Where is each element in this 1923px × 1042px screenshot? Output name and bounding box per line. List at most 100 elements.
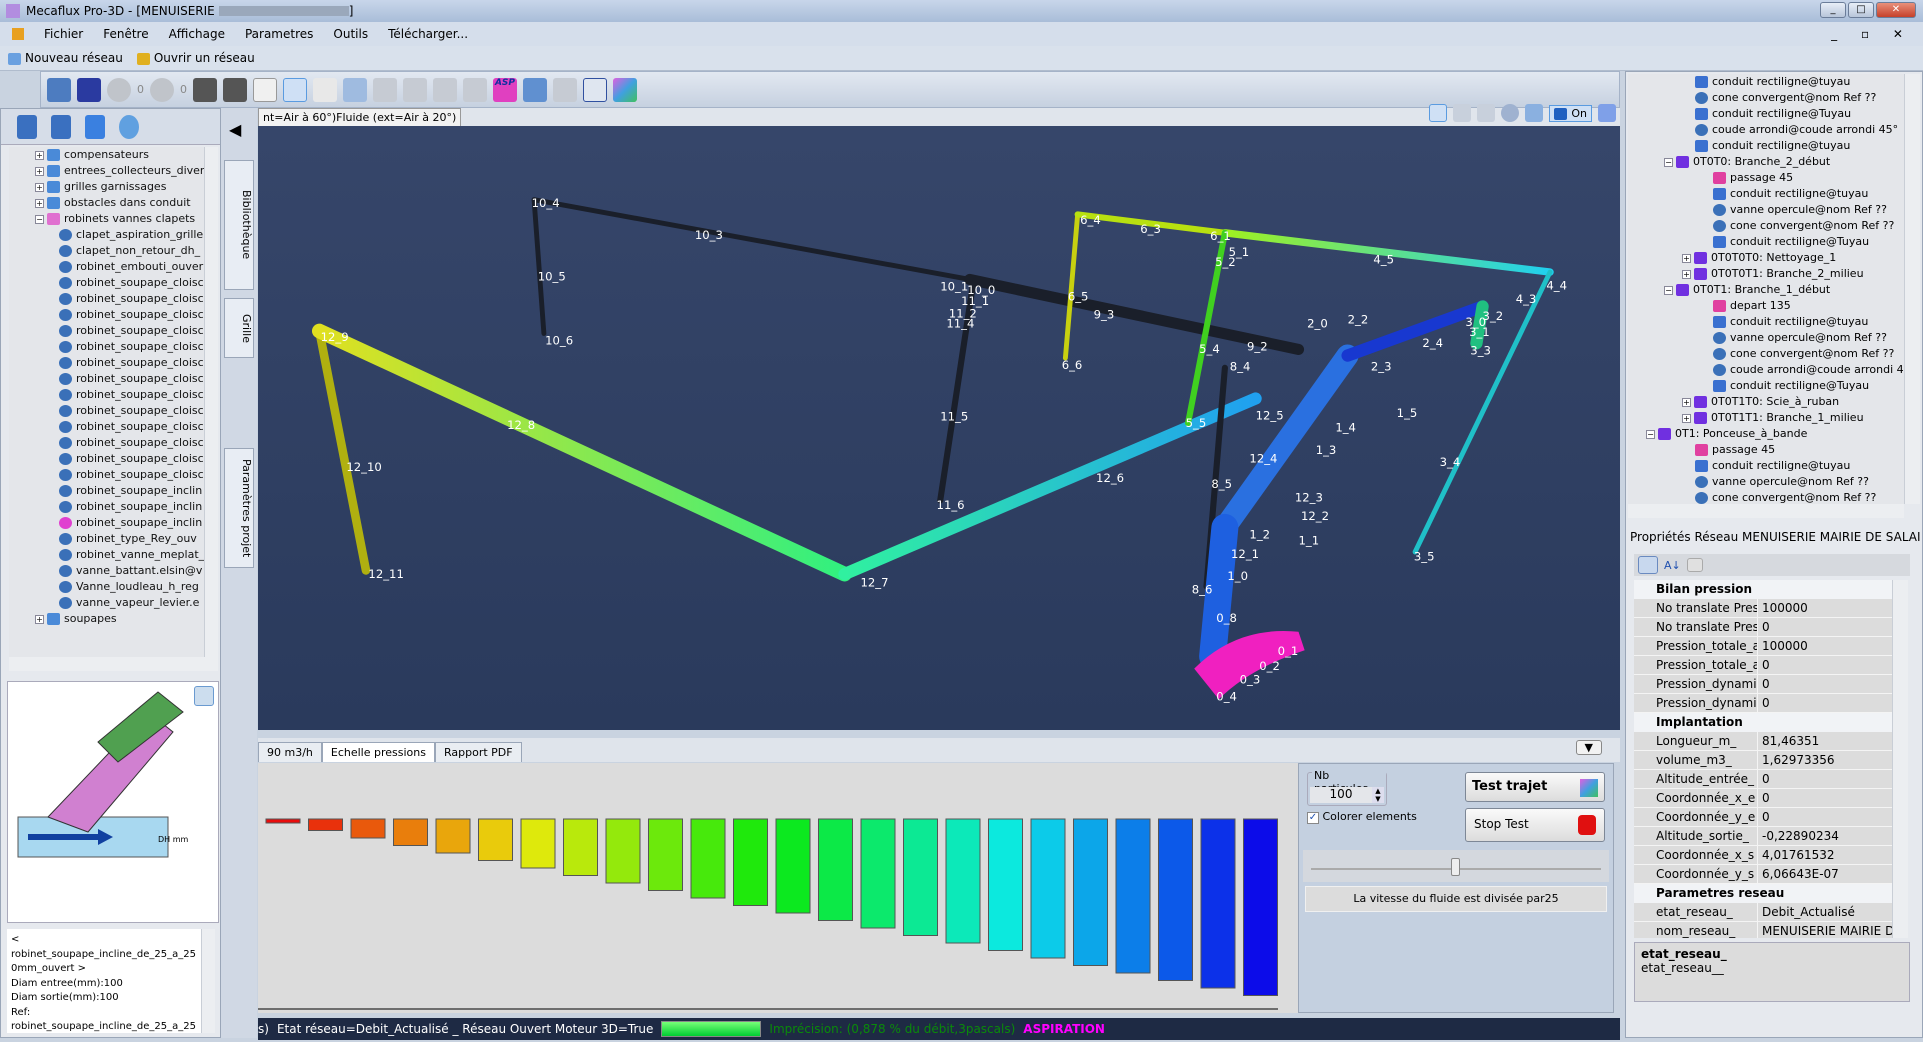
refresh-tool-icon[interactable] — [463, 77, 487, 102]
close-button[interactable]: ✕ — [1876, 2, 1916, 18]
property-row[interactable]: Pression_dynami 0 — [1634, 675, 1892, 694]
screenshot-full-icon[interactable] — [223, 77, 247, 102]
pipe-segment[interactable] — [531, 197, 973, 282]
colorer-checkbox[interactable]: ✓ Colorer elements — [1307, 810, 1417, 824]
library-tree-item[interactable]: robinet_soupape_cloisc — [9, 323, 204, 339]
property-row[interactable]: volume_m3_ 1,62973356 — [1634, 751, 1892, 770]
expand-icon[interactable]: + — [35, 199, 44, 208]
network-tree-item[interactable]: +0T0T0T0: Nettoyage_1 — [1628, 250, 1904, 266]
expand-icon[interactable]: + — [1682, 398, 1691, 407]
library-tree-item[interactable]: robinet_soupape_cloisc — [9, 371, 204, 387]
settings-tool-icon[interactable] — [85, 114, 105, 139]
text-label-icon[interactable] — [313, 77, 337, 102]
tab-flow[interactable]: 90 m3/h — [258, 742, 322, 762]
expand-icon[interactable]: + — [1682, 270, 1691, 279]
expand-icon[interactable]: + — [1682, 414, 1691, 423]
property-value[interactable]: 1,62973356 — [1758, 751, 1892, 769]
library-tree-item[interactable]: robinet_vanne_meplat_ — [9, 547, 204, 563]
refresh-library-icon[interactable] — [119, 114, 139, 139]
collapse-icon[interactable]: − — [35, 215, 44, 224]
library-tree-item[interactable]: + obstacles dans conduit — [9, 195, 204, 211]
globe-view-icon[interactable] — [1501, 104, 1520, 122]
property-value[interactable]: 0 — [1758, 675, 1892, 693]
collapse-icon[interactable]: − — [1646, 430, 1655, 439]
library-tree-item[interactable]: + grilles garnissages — [9, 179, 204, 195]
maximize-button[interactable]: □ — [1848, 2, 1874, 18]
property-value[interactable]: -0,22890234 — [1758, 827, 1892, 845]
dropdown-button[interactable]: ▼ — [1575, 740, 1602, 755]
network-tree-item[interactable]: depart 135 — [1628, 298, 1904, 314]
network-tree-item[interactable]: vanne opercule@nom Ref ?? — [1628, 474, 1904, 490]
collapse-icon[interactable]: − — [1664, 158, 1673, 167]
menu-item[interactable]: Fichier — [44, 27, 83, 41]
pipe-segment[interactable] — [311, 323, 852, 582]
expand-icon[interactable]: + — [35, 167, 44, 176]
network-tree-item[interactable]: conduit rectiligne@Tuyau — [1628, 106, 1904, 122]
property-value[interactable]: Debit_Actualisé — [1758, 903, 1892, 921]
property-row[interactable]: Altitude_entrée_ 0 — [1634, 770, 1892, 789]
network-tree-item[interactable]: − 0T1: Ponceuse_à_bande — [1628, 426, 1904, 442]
library-tree-item[interactable]: robinet_soupape_cloisc — [9, 275, 204, 291]
undo-icon[interactable] — [107, 77, 131, 102]
network-tree-item[interactable]: cone convergent@nom Ref ?? — [1628, 490, 1904, 504]
property-row[interactable]: Coordonnée_x_e 0 — [1634, 789, 1892, 808]
tab-grille[interactable]: Grille — [224, 298, 254, 358]
network-tree-item[interactable]: conduit rectiligne@tuyau — [1628, 74, 1904, 90]
pipe-segment[interactable] — [315, 326, 371, 575]
path-test-icon[interactable] — [613, 77, 637, 102]
library-scrollbar[interactable] — [204, 147, 218, 657]
property-row[interactable]: nom_reseau_ MENUISERIE MAIRIE DE — [1634, 922, 1892, 938]
property-value[interactable]: 0 — [1758, 656, 1892, 674]
library-tree-item[interactable]: robinet_soupape_cloisc — [9, 467, 204, 483]
open-network-button[interactable]: Ouvrir un réseau — [136, 51, 255, 65]
property-value[interactable]: MENUISERIE MAIRIE DE — [1758, 922, 1892, 938]
mdi-window-controls[interactable]: _ ▫ ✕ — [1831, 27, 1913, 41]
test-trajet-button[interactable]: Test trajet — [1465, 772, 1605, 802]
network-table-icon[interactable] — [77, 77, 101, 102]
library-tree-item[interactable]: robinet_type_Rey_ouv — [9, 531, 204, 547]
network-tree-item[interactable]: +0T0T0T1: Branche_2_milieu — [1628, 266, 1904, 282]
tab-rapport-pdf[interactable]: Rapport PDF — [435, 742, 522, 762]
library-tree-item[interactable]: + entrees_collecteurs_divers — [9, 163, 204, 179]
speed-slider[interactable] — [1303, 850, 1609, 882]
library-tree-item[interactable]: vanne_vapeur_levier.e — [9, 595, 204, 611]
property-pages-icon[interactable] — [1686, 558, 1703, 572]
pipe-segment[interactable] — [1199, 513, 1239, 670]
categorized-icon[interactable] — [1638, 556, 1658, 574]
particles-input[interactable]: 100 — [1310, 787, 1372, 803]
property-row[interactable]: Pression_dynami 0 — [1634, 694, 1892, 713]
info-scrollbar[interactable] — [201, 929, 215, 1033]
library-tree-item[interactable]: robinet_soupape_cloisc — [9, 355, 204, 371]
property-row[interactable]: Pression_totale_a 0 — [1634, 656, 1892, 675]
network-tree-item[interactable]: − 0T0T0: Branche_2_début — [1628, 154, 1904, 170]
property-category[interactable]: Bilan pression — [1634, 580, 1892, 599]
network-tree-item[interactable]: cone convergent@nom Ref ?? — [1628, 218, 1904, 234]
library-tree-item[interactable]: + soupapes — [9, 611, 204, 627]
tab-parametres-projet[interactable]: Paramètres projet — [224, 448, 254, 568]
menu-item[interactable]: Outils — [333, 27, 368, 41]
network-tree-item[interactable]: conduit rectiligne@tuyau — [1628, 186, 1904, 202]
network-tree-item[interactable]: conduit rectiligne@Tuyau — [1628, 234, 1904, 250]
elbow-tool-icon[interactable] — [403, 77, 427, 102]
network-tree-item[interactable]: cone convergent@nom Ref ?? — [1628, 90, 1904, 106]
sort-alpha-icon[interactable]: A↓ — [1664, 559, 1681, 572]
pen-tool-icon[interactable] — [17, 114, 37, 139]
library-tree-item[interactable]: clapet_non_retour_dh_ — [9, 243, 204, 259]
network-tree-item[interactable]: vanne opercule@nom Ref ?? — [1628, 202, 1904, 218]
preview-refresh-icon[interactable] — [194, 686, 214, 706]
network-tree-item[interactable]: passage 45 — [1628, 442, 1904, 458]
property-row[interactable]: No translate Pres 100000 — [1634, 599, 1892, 618]
property-value[interactable]: 4,01761532 — [1758, 846, 1892, 864]
3d-viewport[interactable]: 10_4 10_3 10_5 10_6 12_9 12_8 12_10 12_11 12_7 12… — [258, 126, 1620, 730]
property-category[interactable]: Parametres reseau — [1634, 884, 1892, 903]
library-tree-item[interactable]: clapet_aspiration_grille — [9, 227, 204, 243]
network-tree-item[interactable]: conduit rectiligne@Tuyau — [1628, 378, 1904, 394]
collapse-panel-button[interactable]: ◀ — [229, 120, 241, 139]
network-tree-item[interactable]: conduit rectiligne@tuyau — [1628, 138, 1904, 154]
library-tree-item[interactable]: robinet_embouti_ouver — [9, 259, 204, 275]
library-tree-item[interactable]: robinet_soupape_inclin — [9, 515, 204, 531]
network-tree-item[interactable]: +0T0T1T0: Scie_à_ruban — [1628, 394, 1904, 410]
library-tree-item[interactable]: robinet_soupape_inclin — [9, 499, 204, 515]
tab-bibliotheque[interactable]: Bibliothèque — [224, 160, 254, 290]
menu-item[interactable]: Parametres — [245, 27, 313, 41]
